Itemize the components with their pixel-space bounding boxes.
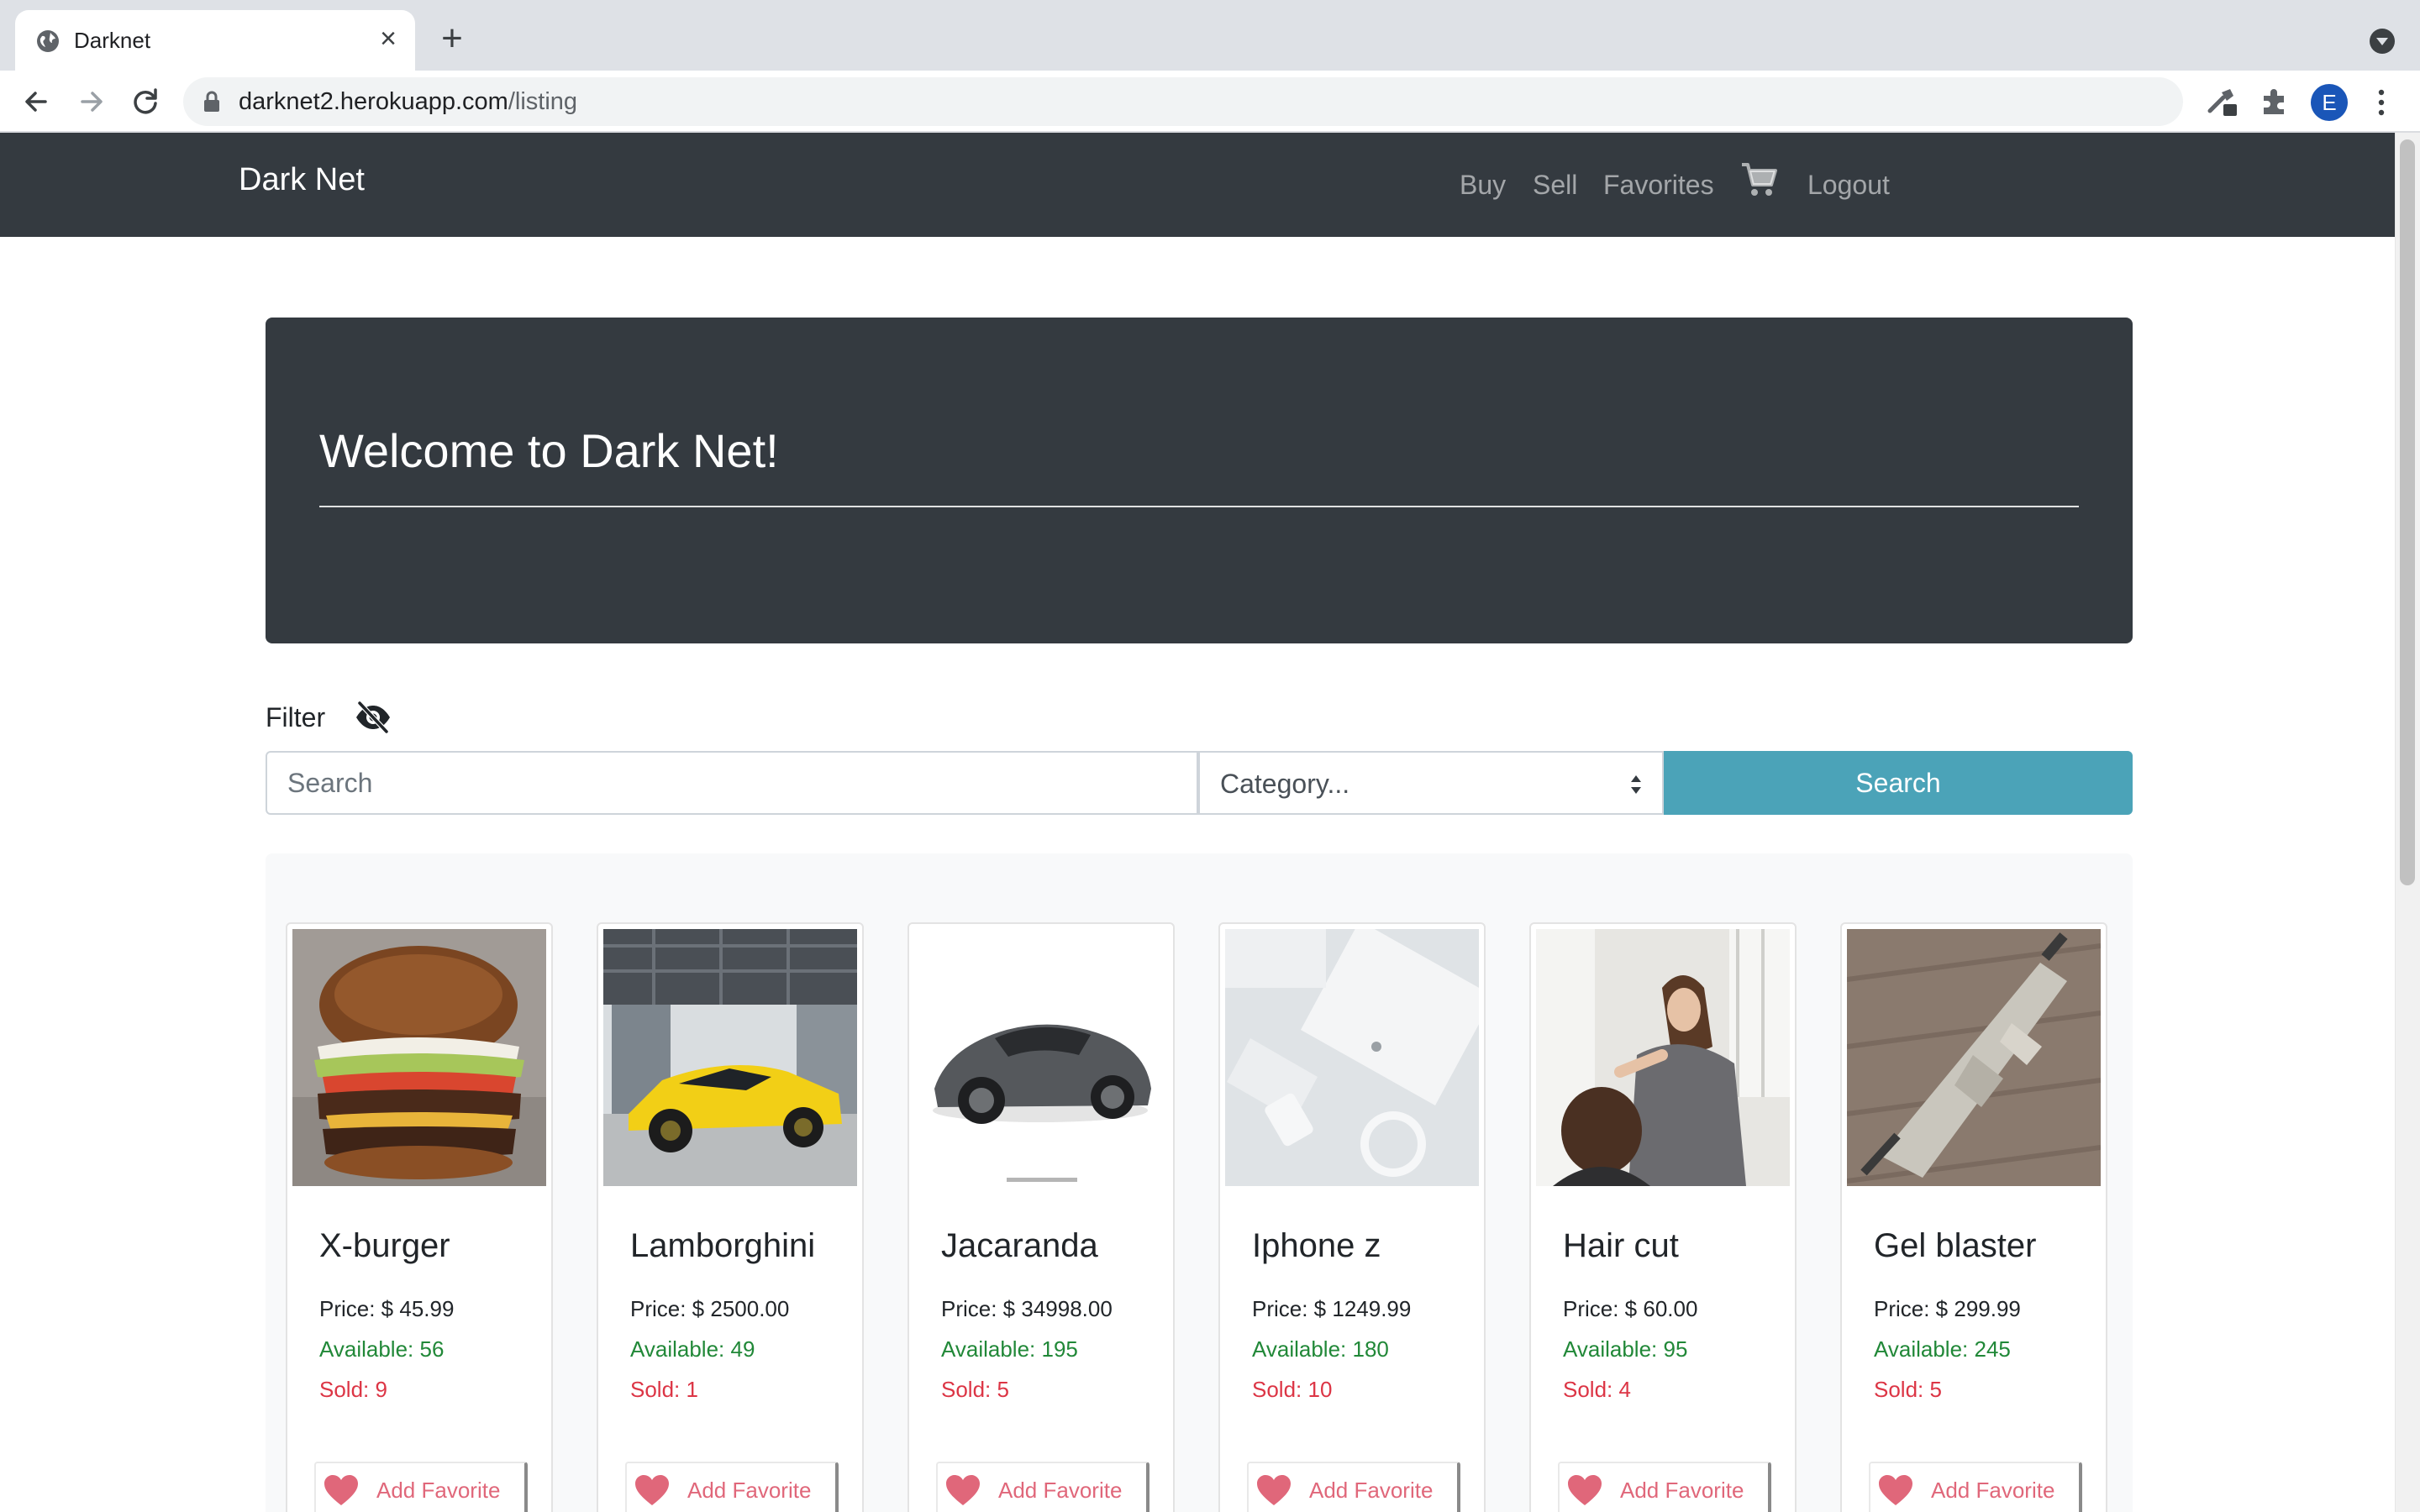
product-image[interactable]	[1536, 929, 1790, 1186]
heart-icon	[635, 1475, 669, 1505]
product-available: Available: 180	[1252, 1336, 1389, 1362]
add-favorite-label: Add Favorite	[1931, 1478, 2055, 1503]
product-price: Price: $ 60.00	[1563, 1296, 1698, 1321]
add-favorite-button[interactable]: Add Favorite	[936, 1462, 1150, 1512]
heart-icon	[1879, 1475, 1912, 1505]
url-text: darknet2.herokuapp.com/listing	[239, 88, 578, 115]
extension-tool-icon[interactable]	[2205, 84, 2240, 119]
page-title: Welcome to Dark Net!	[319, 424, 779, 477]
product-sold: Sold: 10	[1252, 1377, 1333, 1402]
add-favorite-button[interactable]: Add Favorite	[625, 1462, 839, 1512]
product-sold: Sold: 5	[1874, 1377, 1942, 1402]
browser-menu-icon[interactable]	[2371, 87, 2391, 118]
product-card[interactable]: Lamborghini Price: $ 2500.00 Available: …	[597, 922, 864, 1512]
product-image[interactable]	[603, 929, 857, 1186]
extensions-puzzle-icon[interactable]	[2257, 84, 2292, 119]
site-navbar: Dark Net Buy Sell Favorites Logout	[0, 133, 2395, 237]
product-card[interactable]: Gel blaster Price: $ 299.99 Available: 2…	[1840, 922, 2107, 1512]
product-name: Iphone z	[1252, 1227, 1381, 1264]
heart-icon	[1257, 1475, 1291, 1505]
add-favorite-label: Add Favorite	[998, 1478, 1123, 1503]
category-select[interactable]: Category...	[1198, 751, 1664, 815]
nav-link-buy[interactable]: Buy	[1460, 161, 1506, 208]
product-sold: Sold: 4	[1563, 1377, 1631, 1402]
product-available: Available: 95	[1563, 1336, 1688, 1362]
globe-icon	[37, 30, 59, 52]
product-available: Available: 195	[941, 1336, 1078, 1362]
product-name: Gel blaster	[1874, 1227, 2037, 1264]
address-bar[interactable]: darknet2.herokuapp.com/listing	[183, 77, 2344, 126]
search-input[interactable]	[266, 751, 1198, 815]
add-favorite-button[interactable]: Add Favorite	[1869, 1462, 2082, 1512]
nav-link-favorites[interactable]: Favorites	[1603, 161, 1714, 208]
add-favorite-button[interactable]: Add Favorite	[1247, 1462, 1460, 1512]
tab-search-icon[interactable]	[2370, 29, 2395, 54]
product-name: Hair cut	[1563, 1227, 1679, 1264]
product-price: Price: $ 45.99	[319, 1296, 455, 1321]
add-favorite-label: Add Favorite	[1620, 1478, 1744, 1503]
browser-toolbar: darknet2.herokuapp.com/listing E	[0, 71, 2420, 133]
back-arrow-icon[interactable]	[17, 82, 55, 121]
product-card[interactable]: Jacaranda Price: $ 34998.00 Available: 1…	[908, 922, 1175, 1512]
eye-slash-icon[interactable]	[353, 701, 393, 734]
product-name: X-burger	[319, 1227, 450, 1264]
product-sold: Sold: 9	[319, 1377, 387, 1402]
product-image[interactable]	[914, 929, 1168, 1186]
category-select-value: Category...	[1220, 769, 1350, 799]
product-available: Available: 49	[630, 1336, 755, 1362]
product-price: Price: $ 2500.00	[630, 1296, 790, 1321]
nav-link-logout[interactable]: Logout	[1807, 161, 1890, 208]
welcome-banner: Welcome to Dark Net!	[266, 318, 2133, 643]
heart-icon	[946, 1475, 980, 1505]
nav-link-sell[interactable]: Sell	[1533, 161, 1577, 208]
heart-icon	[324, 1475, 358, 1505]
product-card[interactable]: X-burger Price: $ 45.99 Available: 56 So…	[286, 922, 553, 1512]
search-button[interactable]: Search	[1664, 751, 2133, 815]
shopping-cart-icon[interactable]	[1739, 160, 1778, 198]
add-favorite-label: Add Favorite	[687, 1478, 812, 1503]
browser-tab[interactable]: Darknet ×	[15, 10, 415, 71]
add-favorite-button[interactable]: Add Favorite	[314, 1462, 528, 1512]
product-available: Available: 245	[1874, 1336, 2011, 1362]
new-tab-icon[interactable]: +	[434, 20, 471, 57]
scrollbar-thumb[interactable]	[2400, 139, 2415, 885]
close-tab-icon[interactable]: ×	[373, 24, 403, 54]
reload-icon[interactable]	[126, 82, 165, 121]
product-price: Price: $ 299.99	[1874, 1296, 2021, 1321]
product-image[interactable]	[1847, 929, 2101, 1186]
add-favorite-label: Add Favorite	[1309, 1478, 1434, 1503]
product-name: Jacaranda	[941, 1227, 1098, 1264]
product-sold: Sold: 5	[941, 1377, 1009, 1402]
product-image[interactable]	[292, 929, 546, 1186]
select-arrows-icon	[1631, 775, 1641, 794]
brand-link[interactable]: Dark Net	[239, 156, 365, 203]
tab-title: Darknet	[74, 28, 151, 53]
product-price: Price: $ 34998.00	[941, 1296, 1113, 1321]
add-favorite-button[interactable]: Add Favorite	[1558, 1462, 1771, 1512]
forward-arrow-icon[interactable]	[72, 82, 111, 121]
banner-divider	[319, 506, 2079, 507]
lock-icon	[204, 91, 219, 112]
browser-tab-bar: Darknet × +	[0, 0, 2420, 71]
heart-icon	[1568, 1475, 1602, 1505]
add-favorite-label: Add Favorite	[376, 1478, 501, 1503]
product-price: Price: $ 1249.99	[1252, 1296, 1412, 1321]
product-available: Available: 56	[319, 1336, 445, 1362]
product-name: Lamborghini	[630, 1227, 816, 1264]
product-card[interactable]: Iphone z Price: $ 1249.99 Available: 180…	[1218, 922, 1486, 1512]
product-card[interactable]: Hair cut Price: $ 60.00 Available: 95 So…	[1529, 922, 1797, 1512]
product-image[interactable]	[1225, 929, 1479, 1186]
profile-avatar[interactable]: E	[2311, 84, 2348, 121]
product-sold: Sold: 1	[630, 1377, 698, 1402]
filter-label: Filter	[266, 702, 326, 732]
